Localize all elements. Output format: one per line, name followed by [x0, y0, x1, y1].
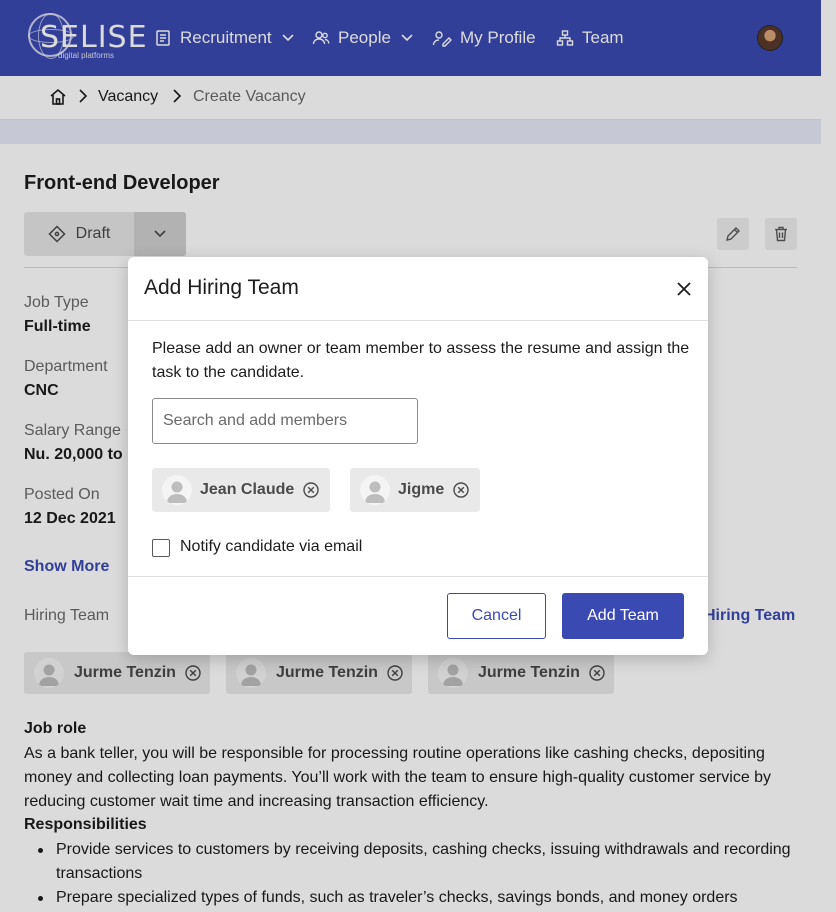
- cancel-button[interactable]: Cancel: [447, 593, 546, 639]
- person-avatar-icon: [162, 475, 192, 505]
- selected-member-chip: Jigme: [350, 468, 481, 512]
- remove-circle-icon[interactable]: [452, 481, 470, 499]
- person-avatar-icon: [360, 475, 390, 505]
- modal-description: Please add an owner or team member to as…: [152, 340, 690, 381]
- search-members-input[interactable]: [152, 398, 418, 444]
- add-hiring-team-modal: Add Hiring Team Please add an owner or t…: [128, 257, 708, 655]
- modal-title: Add Hiring Team: [144, 276, 299, 299]
- add-team-button[interactable]: Add Team: [562, 593, 684, 639]
- close-icon[interactable]: [674, 279, 694, 299]
- notify-checkbox[interactable]: [152, 539, 170, 557]
- remove-circle-icon[interactable]: [302, 481, 320, 499]
- selected-member-chip: Jean Claude: [152, 468, 331, 512]
- member-name: Jean Claude: [200, 481, 295, 498]
- notify-checkbox-label[interactable]: Notify candidate via email: [180, 538, 362, 556]
- modal-footer-divider: [128, 576, 708, 577]
- modal-header: Add Hiring Team: [128, 257, 708, 321]
- member-name: Jigme: [398, 481, 445, 498]
